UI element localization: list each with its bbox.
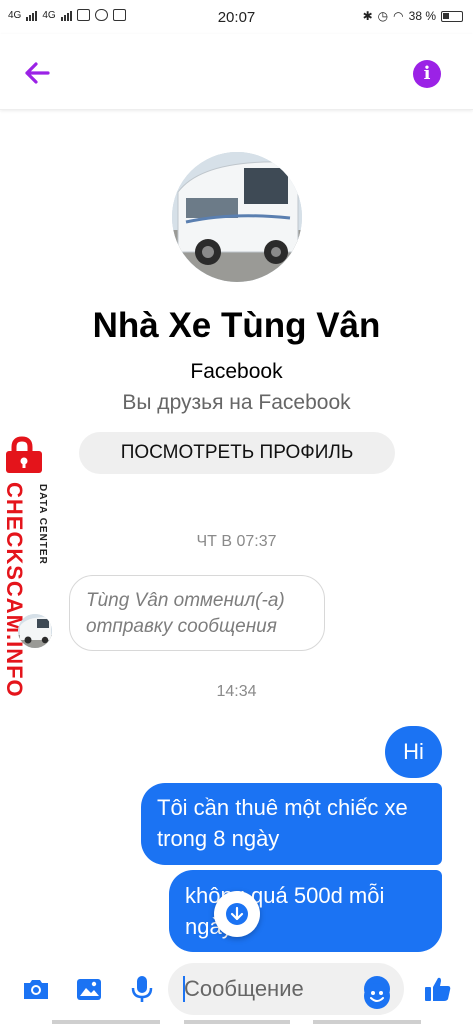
microphone-icon xyxy=(131,976,153,1002)
watermark-brand: CHECKSCAM.INFO xyxy=(2,482,27,698)
message-bubble[interactable]: Tôi cần thuê một chiếc xe trong 8 ngày xyxy=(141,783,442,865)
message-composer: Сообщение xyxy=(0,956,473,1024)
battery-label: 38 % xyxy=(408,9,436,23)
unsent-message-notice: Tùng Vân отменил(-а) отправку сообщения xyxy=(69,575,325,651)
battery-icon xyxy=(441,10,463,22)
back-button[interactable] xyxy=(20,56,54,90)
alarm-icon: ◷ xyxy=(377,9,389,23)
microphone-button[interactable] xyxy=(127,974,157,1004)
gesture-bar xyxy=(0,1020,473,1024)
timestamp-2: 14:34 xyxy=(216,683,257,700)
arrow-down-circle-icon xyxy=(226,903,248,925)
lock-icon xyxy=(6,436,42,473)
arrow-left-icon xyxy=(25,62,50,84)
status-bar: 4G 4G 20:07 ✱ ◷ ◠ 38 % xyxy=(0,0,473,34)
status-right: ✱ ◷ ◠ 38 % xyxy=(363,9,463,23)
sender-avatar xyxy=(18,614,52,648)
contact-name: Nhà Xe Tùng Vân xyxy=(92,306,381,345)
camera-button[interactable] xyxy=(21,974,51,1004)
bus-photo-small xyxy=(18,614,52,648)
message-input[interactable]: Сообщение xyxy=(168,963,404,1015)
conversation-header: i xyxy=(0,34,473,110)
text-cursor xyxy=(183,976,185,1002)
info-icon: i xyxy=(423,63,431,84)
wifi-icon: ◠ xyxy=(393,9,404,23)
gallery-button[interactable] xyxy=(74,974,104,1004)
message-bubble[interactable]: Hi xyxy=(385,726,442,778)
camera-icon xyxy=(24,980,48,999)
watermark-tag: DATA CENTER xyxy=(37,484,48,565)
gallery-icon xyxy=(77,979,101,1000)
thumbs-up-icon xyxy=(425,977,451,1001)
like-button[interactable] xyxy=(423,974,453,1004)
bluetooth-icon: ✱ xyxy=(362,9,373,23)
scroll-to-bottom-button[interactable] xyxy=(214,891,260,937)
profile-avatar xyxy=(172,152,302,282)
bus-photo xyxy=(172,152,302,282)
emoji-button[interactable] xyxy=(364,976,390,1009)
message-bubble[interactable]: không quá 500d mỗi ngày xyxy=(169,870,442,952)
contact-platform: Facebook xyxy=(190,360,283,383)
timestamp-1: ЧТ В 07:37 xyxy=(196,533,277,550)
emoji-icon xyxy=(364,983,390,1009)
friendship-status: Вы друзья на Facebook xyxy=(122,391,351,414)
message-placeholder: Сообщение xyxy=(184,976,304,1001)
info-button[interactable]: i xyxy=(413,60,441,88)
view-profile-button[interactable]: ПОСМОТРЕТЬ ПРОФИЛЬ xyxy=(79,432,395,474)
